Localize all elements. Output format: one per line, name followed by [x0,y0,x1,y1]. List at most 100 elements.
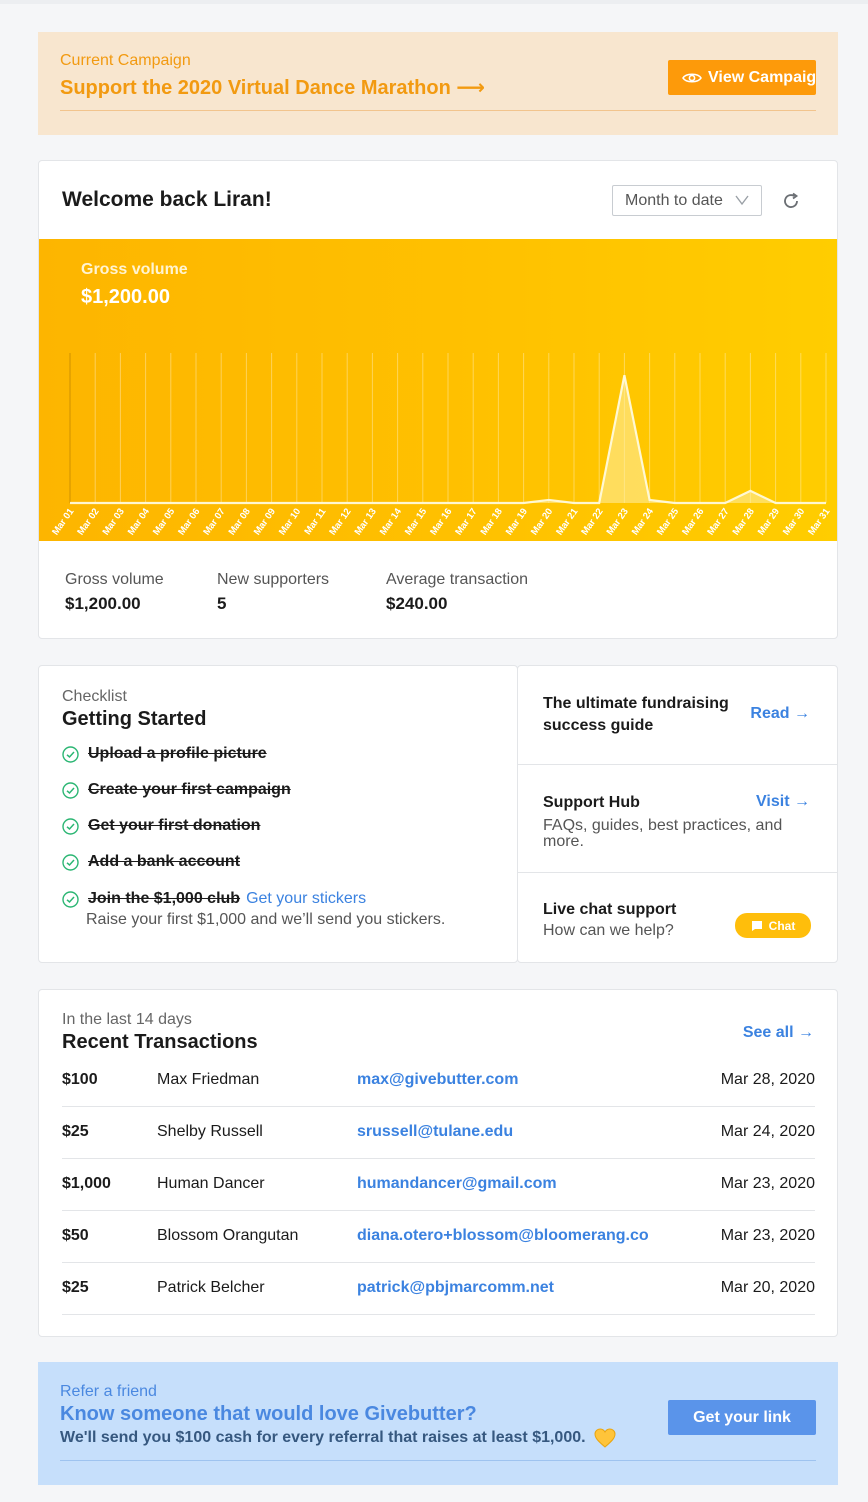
stat-label: Gross volume [65,571,164,588]
x-tick-label: Mar 30 [781,506,807,537]
checklist-item: Upload a profile picture [62,745,267,763]
check-circle-icon [62,890,79,908]
check-circle-icon [62,745,79,763]
view-campaign-button[interactable]: View Campaign [668,60,816,95]
transaction-email-link[interactable]: patrick@pbjmarcomm.net [357,1279,554,1297]
x-tick-label: Mar 13 [353,506,379,537]
x-tick-label: Mar 27 [705,506,731,537]
transaction-amount: $100 [62,1071,98,1088]
transaction-row: $50 Blossom Orangutan diana.otero+blosso… [62,1211,815,1263]
x-tick-label: Mar 24 [630,506,657,538]
x-tick-label: Mar 01 [50,506,77,538]
x-tick-label: Mar 10 [277,506,303,537]
stat-new-supporters: New supporters 5 [217,571,329,614]
dashboard-overview-card: Welcome back Liran! Month to date Gross … [38,160,838,639]
x-tick-label: Mar 11 [302,506,328,537]
stat-value: $240.00 [386,594,448,613]
chevron-down-icon [735,195,749,206]
date-range-select[interactable]: Month to date [612,185,762,216]
transaction-date: Mar 20, 2020 [720,1279,815,1296]
eye-icon [682,72,702,83]
chat-button[interactable]: Chat [735,913,811,938]
x-tick-label: Mar 16 [428,506,454,537]
transaction-row: $1,000 Human Dancer humandancer@gmail.co… [62,1159,815,1211]
transaction-email-link[interactable]: srussell@tulane.edu [357,1123,513,1141]
chat-button-label: Chat [768,918,796,933]
fundraising-guide-item: The ultimate fundraising success guide R… [518,666,837,765]
check-circle-icon [62,781,79,799]
transaction-email-link[interactable]: max@givebutter.com [357,1071,518,1089]
top-border [0,0,868,4]
x-tick-label: Mar 05 [151,506,178,538]
x-tick-label: Mar 06 [176,506,202,537]
transaction-amount: $25 [62,1279,89,1296]
checklist-note: Raise your first $1,000 and we’ll send y… [86,911,446,928]
welcome-heading: Welcome back Liran! [62,188,272,211]
refer-subtitle: Refer a friend [60,1383,157,1400]
gross-volume-chart: Gross volume $1,200.00 Mar 01 Mar 02 Mar 0… [39,239,837,541]
campaign-title-link[interactable]: Support the 2020 Virtual Dance Marathon … [60,75,485,100]
transaction-row: $25 Patrick Belcher patrick@pbjmarcomm.n… [62,1263,815,1315]
view-campaign-label: View Campaign [708,68,816,86]
refer-divider [60,1460,816,1461]
x-tick-label: Mar 22 [579,506,605,537]
checklist-item-label: Upload a profile picture [88,745,267,762]
support-hub-title: Support Hub [543,794,640,811]
x-tick-label: Mar 29 [756,506,782,537]
get-stickers-link[interactable]: Get your stickers [246,890,366,908]
x-tick-label: Mar 15 [403,506,430,538]
chart-plot: Mar 01Mar 02Mar 03Mar 04Mar 05Mar 06Mar … [50,353,833,538]
yellow-heart-icon [594,1428,616,1448]
getting-started-checklist: Checklist Getting Started Upload a profi… [38,665,518,963]
checklist-item-label: Create your first campaign [88,781,291,798]
transaction-name: Human Dancer [157,1175,265,1192]
get-your-link-button[interactable]: Get your link [668,1400,816,1435]
x-tick-label: Mar 25 [655,506,682,538]
guide-title: The ultimate fundraising success guide [543,693,729,737]
guide-title-line: The ultimate fundraising [543,695,729,712]
guide-title-line: success guide [543,717,654,734]
transaction-email-link[interactable]: humandancer@gmail.com [357,1175,557,1193]
x-tick-label: Mar 09 [252,506,278,537]
x-tick-label: Mar 23 [605,506,631,537]
checklist-subtitle: Checklist [62,688,127,705]
checklist-title: Getting Started [62,708,207,730]
x-tick-label: Mar 21 [554,506,581,538]
x-tick-label: Mar 07 [201,506,227,537]
recent-transactions-card: In the last 14 days Recent Transactions … [38,989,838,1337]
transaction-date: Mar 24, 2020 [720,1123,815,1140]
x-tick-label: Mar 18 [479,506,505,537]
visit-support-hub-link[interactable]: Visit → [756,793,810,811]
stat-value: $1,200.00 [65,594,141,613]
read-guide-link[interactable]: Read → [750,705,810,723]
transaction-amount: $25 [62,1123,89,1140]
transactions-subtitle: In the last 14 days [62,1011,192,1028]
checklist-item-label: Add a bank account [88,853,241,870]
date-range-value: Month to date [625,191,723,209]
checklist-item: Join the $1,000 club Get your stickers [62,890,366,908]
transaction-name: Max Friedman [157,1071,260,1088]
support-hub-description: FAQs, guides, best practices, and more. [543,818,782,850]
live-chat-description: How can we help? [543,922,674,939]
support-hub-item: Support Hub FAQs, guides, best practices… [518,765,837,873]
checklist-item-label: Get your first donation [88,817,261,834]
transaction-email-link[interactable]: diana.otero+blossom@bloomerang.co [357,1227,649,1245]
refresh-icon[interactable] [781,191,801,211]
campaign-subtitle: Current Campaign [60,52,191,69]
transaction-name: Shelby Russell [157,1123,263,1140]
transaction-date: Mar 23, 2020 [720,1175,815,1192]
transaction-row: $25 Shelby Russell srussell@tulane.edu M… [62,1107,815,1159]
see-all-link[interactable]: See all → [743,1024,814,1042]
x-tick-label: Mar 26 [680,506,706,537]
transaction-row: $100 Max Friedman max@givebutter.com Mar… [62,1055,815,1107]
transaction-amount: $50 [62,1227,89,1244]
transaction-name: Blossom Orangutan [157,1227,299,1244]
stat-average-transaction: Average transaction $240.00 [386,571,528,614]
transaction-date: Mar 28, 2020 [720,1071,815,1088]
x-tick-label: Mar 03 [101,506,127,537]
transaction-date: Mar 23, 2020 [720,1227,815,1244]
x-tick-label: Mar 14 [378,506,405,538]
x-tick-label: Mar 31 [806,506,833,538]
checklist-item: Create your first campaign [62,781,291,799]
x-tick-label: Mar 17 [453,506,479,537]
